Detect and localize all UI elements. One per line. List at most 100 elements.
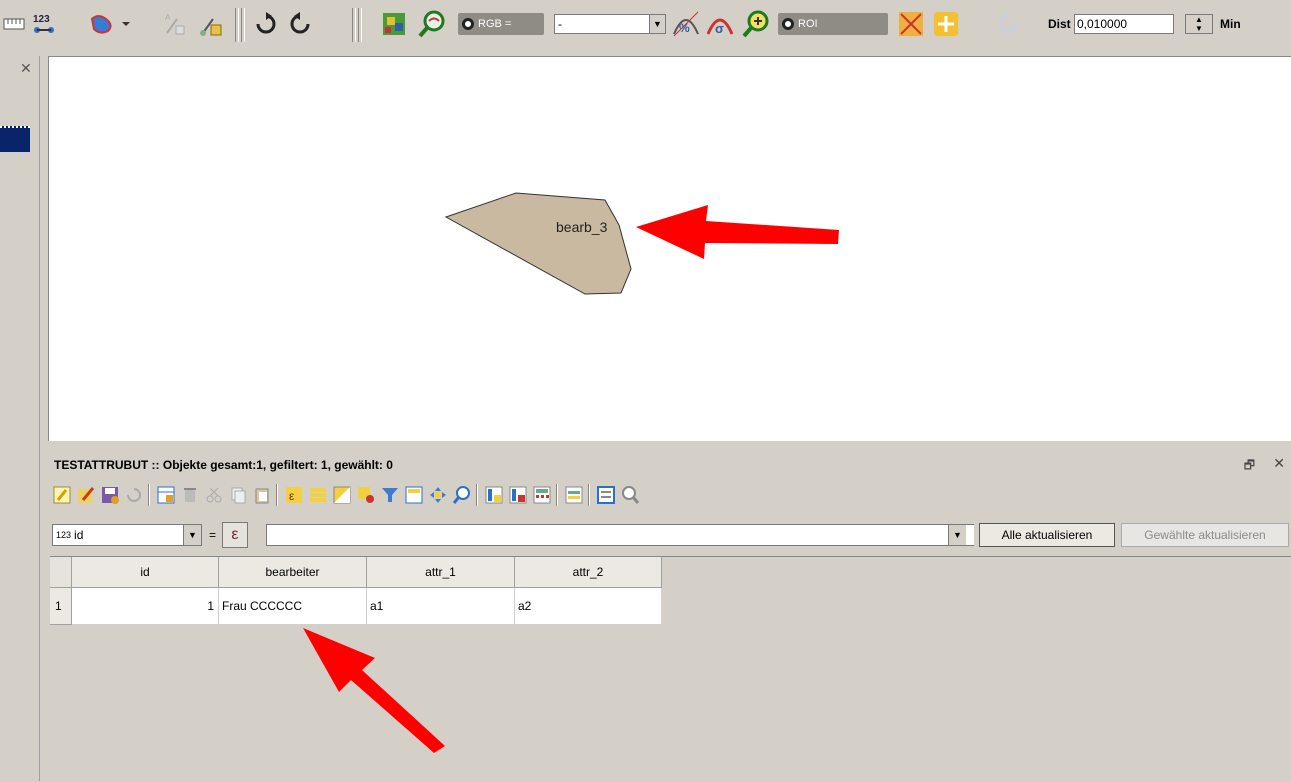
undo-icon[interactable] <box>994 10 1022 38</box>
field-select[interactable]: 123 id ▼ <box>52 524 202 546</box>
attribute-table-panel: TESTATTRUBUT :: Objekte gesamt:1, gefilt… <box>48 448 1291 782</box>
badge-123-text: 123 <box>33 14 50 25</box>
raster-add-icon[interactable] <box>380 10 408 38</box>
attribute-toolbar: ε <box>52 482 892 508</box>
rgb-select[interactable]: - ▼ <box>554 14 666 34</box>
rgb-select-value: - <box>558 17 562 31</box>
rotate-clockwise-icon[interactable] <box>252 10 280 38</box>
label-star-icon[interactable] <box>196 10 224 38</box>
table-cell-attr2[interactable]: a2 <box>515 588 662 625</box>
row-header[interactable]: 1 <box>50 588 72 625</box>
edit-pencil-icon[interactable] <box>52 485 72 505</box>
epsilon-icon: ε <box>231 526 239 543</box>
svg-text:ε: ε <box>289 489 295 503</box>
toolbar-separator <box>148 484 150 506</box>
svg-text:σ: σ <box>715 21 724 36</box>
column-header-id[interactable]: id <box>72 557 219 588</box>
map-svg <box>444 192 839 295</box>
map-canvas[interactable]: bearb_3 <box>48 56 1291 441</box>
roi-label: ROI <box>798 18 818 30</box>
table-cell-bearbeiter[interactable]: Frau CCCCCC <box>219 588 367 625</box>
row-header-empty <box>50 625 72 782</box>
toolbar-separator <box>358 8 362 42</box>
reload-icon[interactable] <box>124 485 144 505</box>
polygon-feature[interactable] <box>444 192 632 295</box>
svg-text:%: % <box>679 21 690 35</box>
pan-to-selection-icon[interactable] <box>428 485 448 505</box>
annotation-arrow-bottom-shape <box>303 628 445 753</box>
delete-field-icon[interactable] <box>508 485 528 505</box>
table-cell-attr1[interactable]: a1 <box>367 588 515 625</box>
label-disabled-icon[interactable]: A <box>160 10 188 38</box>
percent-histogram-icon[interactable]: % <box>672 10 700 38</box>
radio-dot-icon <box>782 18 794 30</box>
invert-selection-icon[interactable] <box>332 485 352 505</box>
dist-label: Dist <box>1048 17 1071 31</box>
chevron-down-icon[interactable]: ▼ <box>183 525 201 545</box>
table-empty-area <box>72 625 1291 782</box>
rotate-counterclockwise-icon[interactable] <box>286 10 314 38</box>
add-roi-icon[interactable] <box>932 10 960 38</box>
filter-icon[interactable] <box>380 485 400 505</box>
annotation-arrow-top <box>636 205 839 259</box>
left-dock-strip: ✕ <box>0 56 40 781</box>
expression-select-icon[interactable]: ε <box>284 485 304 505</box>
save-edits-icon[interactable] <box>100 485 120 505</box>
annotation-arrow-bottom-svg <box>303 628 445 753</box>
rgb-label: RGB = <box>478 18 512 30</box>
style-dropdown-icon[interactable] <box>88 10 132 38</box>
roi-radio[interactable]: ROI <box>778 13 888 35</box>
layer-item-selected[interactable] <box>0 126 30 152</box>
copy-icon[interactable] <box>228 485 248 505</box>
zoom-in-icon[interactable] <box>742 10 770 38</box>
field-calculator-icon[interactable] <box>532 485 552 505</box>
new-field-icon[interactable] <box>484 485 504 505</box>
zoom-raster-icon[interactable] <box>418 10 446 38</box>
zoom-map-icon[interactable] <box>620 485 640 505</box>
attribute-table: id bearbeiter attr_1 attr_2 1 1 Frau CCC… <box>50 556 1291 782</box>
paste-icon[interactable] <box>252 485 272 505</box>
delete-icon[interactable] <box>180 485 200 505</box>
multi-edit-icon[interactable] <box>76 485 96 505</box>
column-header-attr1[interactable]: attr_1 <box>367 557 515 588</box>
table-cell-id[interactable]: 1 <box>72 588 219 625</box>
toolbar-separator <box>241 8 245 42</box>
field-select-value: id <box>74 528 84 542</box>
roi-polygon-icon[interactable] <box>897 10 925 38</box>
update-selected-button[interactable]: Gewählte aktualisieren <box>1121 523 1289 547</box>
zoom-selection-icon[interactable] <box>452 485 472 505</box>
close-icon[interactable]: ✕ <box>20 60 32 77</box>
equals-label: = <box>209 528 217 542</box>
move-selection-top-icon[interactable] <box>404 485 424 505</box>
svg-text:A: A <box>165 13 171 22</box>
min-label: Min <box>1220 17 1241 31</box>
toolbar-separator <box>352 8 356 42</box>
attribute-123-icon[interactable]: 123 <box>30 10 58 38</box>
expression-input[interactable] <box>266 524 974 546</box>
measure-icon[interactable] <box>0 10 28 38</box>
column-header-bearbeiter[interactable]: bearbeiter <box>219 557 367 588</box>
dist-input[interactable]: 0,010000 <box>1074 14 1174 34</box>
dist-spinner[interactable]: ▲ ▼ <box>1185 14 1213 34</box>
chevron-down-icon[interactable]: ▼ <box>649 15 665 33</box>
add-feature-icon[interactable] <box>156 485 176 505</box>
sigma-histogram-icon[interactable]: σ <box>706 10 734 38</box>
rgb-radio[interactable]: RGB = <box>458 13 544 35</box>
close-icon[interactable]: ✕ <box>1273 455 1285 472</box>
toolbar-separator <box>276 484 278 506</box>
table-corner[interactable] <box>50 557 72 588</box>
column-header-attr2[interactable]: attr_2 <box>515 557 662 588</box>
chevron-down-icon[interactable]: ▼ <box>948 525 966 545</box>
select-all-icon[interactable] <box>308 485 328 505</box>
cut-icon[interactable] <box>204 485 224 505</box>
main-toolbar: 123 A RGB = - ▼ % σ ROI Dist 0,010000 ▲ … <box>0 0 1291 56</box>
toolbar-separator <box>588 484 590 506</box>
radio-dot-icon <box>462 18 474 30</box>
feature-label: bearb_3 <box>556 219 608 235</box>
float-window-icon[interactable]: 🗗 <box>1244 456 1255 477</box>
form-view-icon[interactable] <box>596 485 616 505</box>
conditional-format-icon[interactable] <box>564 485 584 505</box>
expression-builder-button[interactable]: ε <box>222 522 248 548</box>
deselect-icon[interactable] <box>356 485 376 505</box>
update-all-button[interactable]: Alle aktualisieren <box>979 523 1115 547</box>
